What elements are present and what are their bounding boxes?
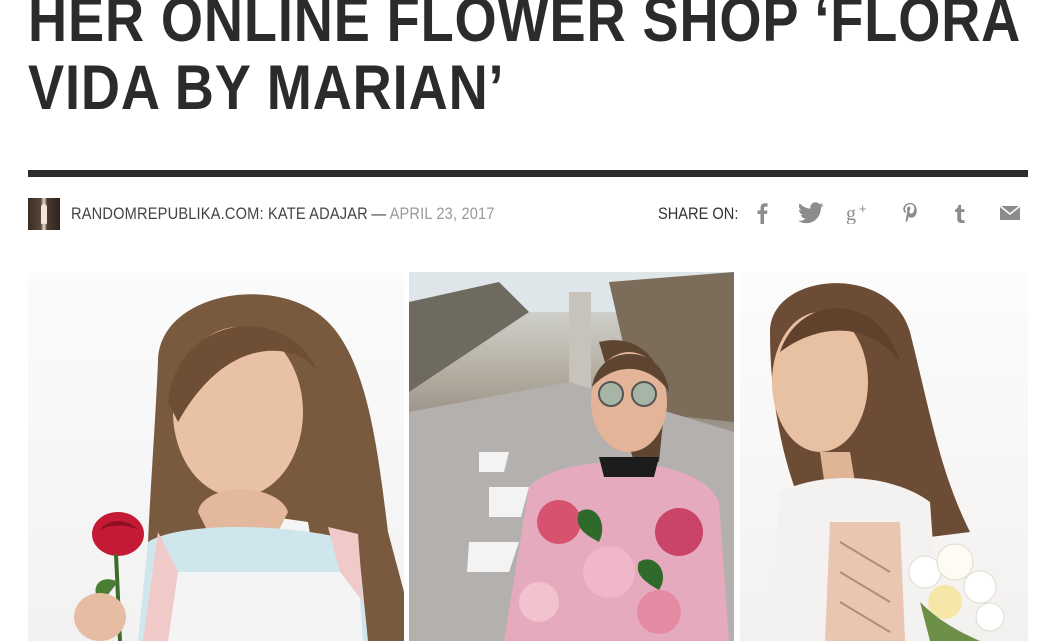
publish-date: APRIL 23, 2017 xyxy=(389,204,495,223)
google-plus-icon[interactable]: g + xyxy=(846,200,874,226)
pinterest-icon[interactable] xyxy=(896,200,924,226)
byline: RANDOMREPUBLIKA.COM: KATE ADAJAR — APRIL 2… xyxy=(71,204,495,224)
article-headline: HER ONLINE FLOWER SHOP ‘FLORA VIDA BY MA… xyxy=(28,0,1022,123)
byline-separator: — xyxy=(371,204,387,223)
email-icon[interactable] xyxy=(996,200,1024,226)
author-avatar[interactable] xyxy=(28,198,60,230)
article-meta: RANDOMREPUBLIKA.COM: KATE ADAJAR — APRIL 2… xyxy=(28,198,1028,232)
svg-text:+: + xyxy=(859,202,867,216)
svg-text:g: g xyxy=(846,203,856,224)
share-label: SHARE ON: xyxy=(658,204,739,223)
photo-woman-floral-jacket-street[interactable] xyxy=(409,272,734,641)
photo-woman-with-rose[interactable] xyxy=(28,272,404,641)
author-link[interactable]: RANDOMREPUBLIKA.COM: KATE ADAJAR xyxy=(71,204,368,223)
photo-woman-profile-with-flowers[interactable] xyxy=(740,272,1028,641)
photo-gallery xyxy=(28,272,1028,641)
facebook-icon[interactable] xyxy=(748,200,776,226)
tumblr-icon[interactable] xyxy=(946,200,974,226)
headline-divider xyxy=(28,170,1028,177)
headline-line-2: VIDA BY MARIAN’ xyxy=(28,53,505,123)
twitter-icon[interactable] xyxy=(797,200,825,226)
headline-line-1: HER ONLINE FLOWER SHOP ‘FLORA xyxy=(28,0,1022,55)
